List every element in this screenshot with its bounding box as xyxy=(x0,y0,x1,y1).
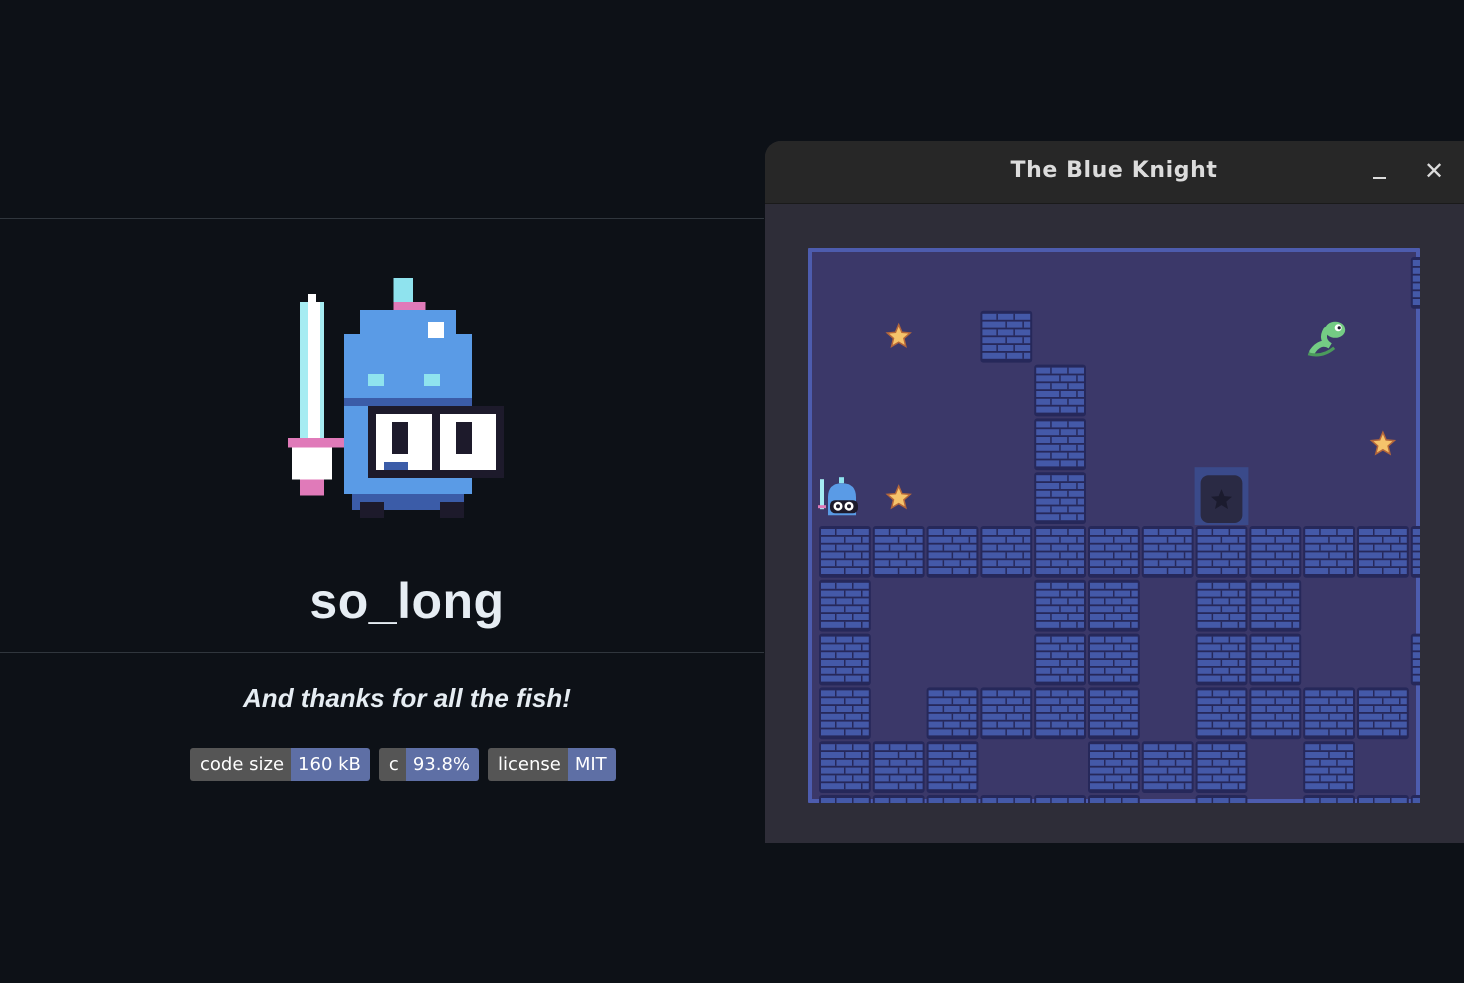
wall-tile xyxy=(1303,741,1355,793)
wall-tile xyxy=(1249,687,1302,740)
wall-tile xyxy=(1034,687,1086,740)
wall-tile xyxy=(872,526,925,578)
window-title: The Blue Knight xyxy=(1010,158,1218,183)
wall-tile xyxy=(980,526,1033,578)
wall-tile xyxy=(1195,526,1248,578)
wall-tile xyxy=(1410,257,1420,309)
wall-tile xyxy=(1249,526,1302,578)
wall-tile xyxy=(1303,687,1355,740)
wall-tile xyxy=(1088,795,1140,803)
wall-tile xyxy=(1195,579,1248,632)
license-badge[interactable]: license MIT xyxy=(488,748,616,781)
wall-tile xyxy=(1088,633,1140,686)
wall-tile xyxy=(1357,795,1409,803)
wall-tile xyxy=(1410,633,1420,686)
wall-tile xyxy=(1034,633,1086,686)
wall-tile xyxy=(1357,687,1409,740)
wall-tile xyxy=(980,310,1033,363)
badge-row: code size 160 kB c 93.8% license MIT xyxy=(190,748,616,781)
wall-tile xyxy=(1410,795,1420,803)
minimize-icon[interactable] xyxy=(1367,161,1393,187)
window-titlebar[interactable]: The Blue Knight ✕ xyxy=(765,141,1464,204)
wall-tile xyxy=(1088,526,1140,578)
wall-tile xyxy=(1034,418,1086,471)
close-icon[interactable]: ✕ xyxy=(1421,158,1447,184)
game-window: The Blue Knight ✕ xyxy=(765,141,1464,843)
wall-tile xyxy=(1088,687,1140,740)
wall-tile xyxy=(872,741,925,793)
wall-tile xyxy=(819,579,871,632)
wall-tile xyxy=(1034,364,1086,417)
wall-tile xyxy=(1303,526,1355,578)
wall-tile xyxy=(1034,579,1086,632)
wall-tile xyxy=(1141,741,1194,793)
wall-tile xyxy=(1034,472,1086,524)
wall-tile xyxy=(1195,795,1248,803)
badge-value: MIT xyxy=(567,748,616,781)
wall-tile xyxy=(926,795,979,803)
wall-tile xyxy=(926,687,979,740)
language-badge[interactable]: c 93.8% xyxy=(378,748,479,781)
game-board[interactable] xyxy=(808,248,1420,803)
wall-tile xyxy=(1410,526,1420,578)
wall-tile xyxy=(1088,741,1140,793)
wall-tile xyxy=(1195,741,1248,793)
readme-tagline: And thanks for all the fish! xyxy=(243,683,571,713)
wall-tile xyxy=(1195,633,1248,686)
wall-tile xyxy=(819,687,871,740)
badge-label: code size xyxy=(190,748,292,781)
wall-tile xyxy=(1249,633,1302,686)
wall-tile xyxy=(980,687,1033,740)
badge-value: 160 kB xyxy=(291,748,370,781)
wall-tile xyxy=(819,795,871,803)
badge-label: license xyxy=(488,748,568,781)
wall-tile xyxy=(1034,526,1086,578)
badge-label: c xyxy=(378,748,406,781)
wall-tile xyxy=(1141,526,1194,578)
wall-tile xyxy=(1195,687,1248,740)
wall-tile xyxy=(1249,579,1302,632)
exit-door xyxy=(1194,467,1249,525)
wall-tile xyxy=(926,741,979,793)
wall-tile xyxy=(819,633,871,686)
wall-tile xyxy=(872,795,925,803)
code-size-badge[interactable]: code size 160 kB xyxy=(190,748,370,781)
wall-tile xyxy=(1303,795,1355,803)
readme-divider-bottom xyxy=(0,652,764,653)
readme-title: so_long xyxy=(309,573,505,629)
wall-tile xyxy=(819,741,871,793)
wall-tile xyxy=(980,795,1033,803)
wall-tile xyxy=(1034,795,1086,803)
badge-value: 93.8% xyxy=(405,748,479,781)
blue-knight-logo xyxy=(288,278,504,518)
wall-tile xyxy=(926,526,979,578)
wall-tile xyxy=(1357,526,1409,578)
wall-tile xyxy=(819,526,871,578)
readme-divider-top xyxy=(0,218,764,219)
wall-tile xyxy=(1088,579,1140,632)
